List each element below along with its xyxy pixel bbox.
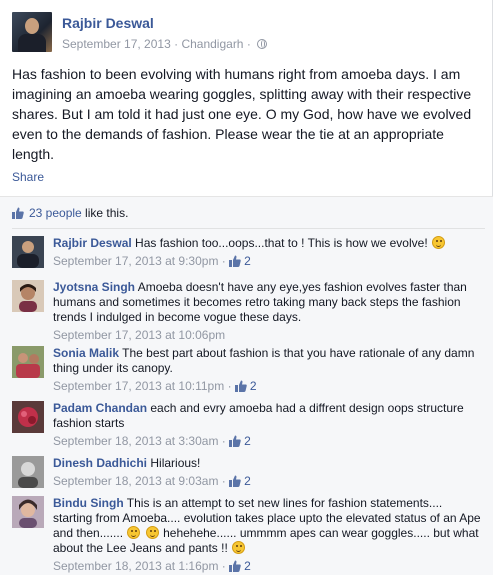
comment-meta: September 17, 2013 at 9:30pm · 2: [53, 254, 251, 268]
comment-like-count[interactable]: 2: [244, 254, 251, 268]
comment-meta: September 17, 2013 at 10:06pm: [53, 328, 483, 343]
post-card: Rajbir Deswal September 17, 2013 · Chand…: [0, 0, 493, 575]
post-text: Has fashion to been evolving with humans…: [12, 66, 472, 162]
comment-body: Sonia Malik The best part about fashion …: [53, 346, 483, 394]
thumbs-up-icon: [229, 435, 241, 447]
author-avatar[interactable]: [12, 12, 52, 52]
comment-like-count[interactable]: 2: [244, 474, 251, 488]
comment-author[interactable]: Bindu Singh: [53, 496, 124, 510]
comment-like-count[interactable]: 2: [250, 379, 257, 393]
avatar-image: [12, 456, 44, 488]
thumbs-up-icon: [229, 475, 241, 487]
comment-body: Jyotsna Singh Amoeba doesn't have any ey…: [53, 280, 483, 343]
avatar-image: [12, 401, 44, 433]
commenter-avatar[interactable]: [12, 496, 44, 528]
meta-separator-2: ·: [246, 37, 251, 51]
commenter-avatar[interactable]: [12, 236, 44, 268]
comment-time[interactable]: September 17, 2013 at 10:11pm: [53, 379, 224, 393]
comment-meta: September 18, 2013 at 9:03am · 2: [53, 474, 251, 488]
avatar-image: [12, 236, 44, 268]
comment-time[interactable]: September 18, 2013 at 9:03am: [53, 474, 218, 488]
commenter-avatar[interactable]: [12, 401, 44, 433]
comment-body: Rajbir Deswal Has fashion too...oops...t…: [53, 236, 483, 269]
comment-author[interactable]: Dinesh Dadhichi: [53, 456, 147, 470]
comment-body: Padam Chandan each and evry amoeba had a…: [53, 401, 483, 449]
comment-time[interactable]: September 17, 2013 at 10:06pm: [53, 328, 225, 342]
commenter-avatar[interactable]: [12, 456, 44, 488]
post-location[interactable]: Chandigarh: [181, 37, 243, 51]
comment-like-count[interactable]: 2: [244, 559, 251, 573]
thumbs-up-icon: [229, 560, 241, 572]
comment-time[interactable]: September 18, 2013 at 1:16pm: [53, 559, 218, 573]
likes-summary: 23 people like this.: [12, 206, 128, 220]
comment-meta: September 17, 2013 at 10:11pm · 2: [53, 379, 257, 393]
grin-emoji-icon: [432, 236, 445, 249]
comment-author[interactable]: Sonia Malik: [53, 346, 119, 360]
commenter-avatar[interactable]: [12, 280, 44, 312]
meta-separator: ·: [174, 37, 179, 51]
smile-emoji-icon: [145, 526, 159, 539]
author-name[interactable]: Rajbir Deswal: [62, 15, 154, 31]
comment-meta: September 18, 2013 at 1:16pm · 2: [53, 559, 251, 573]
comment-author[interactable]: Padam Chandan: [53, 401, 147, 415]
comment-author[interactable]: Jyotsna Singh: [53, 280, 135, 294]
comment-meta: September 18, 2013 at 3:30am · 2: [53, 434, 251, 448]
globe-icon[interactable]: [257, 39, 268, 49]
comment-body: Dinesh Dadhichi Hilarious! September 18,…: [53, 456, 483, 489]
avatar-image: [12, 346, 44, 378]
comment-like-count[interactable]: 2: [244, 434, 251, 448]
comment-text: Has fashion too...oops...that to ! This …: [135, 236, 428, 250]
smile-emoji-icon: [232, 541, 246, 554]
comment-author[interactable]: Rajbir Deswal: [53, 236, 132, 250]
thumbs-up-icon: [229, 255, 241, 267]
share-link[interactable]: Share: [12, 170, 44, 184]
thumbs-up-icon: [12, 207, 24, 219]
comment-body: Bindu Singh This is an attempt to set ne…: [53, 496, 483, 574]
likes-suffix: like this.: [81, 206, 129, 220]
likes-count-link[interactable]: 23 people: [29, 206, 82, 220]
post-meta: September 17, 2013 · Chandigarh ·: [62, 37, 268, 51]
comment-time[interactable]: September 17, 2013 at 9:30pm: [53, 254, 218, 268]
comment-text: Hilarious!: [150, 456, 201, 470]
avatar-image: [12, 280, 44, 312]
divider: [12, 228, 485, 229]
avatar-image: [12, 496, 44, 528]
commenter-avatar[interactable]: [12, 346, 44, 378]
grin-emoji-icon: [127, 526, 141, 539]
post-date[interactable]: September 17, 2013: [62, 37, 171, 51]
comment-time[interactable]: September 18, 2013 at 3:30am: [53, 434, 218, 448]
thumbs-up-icon: [234, 380, 247, 392]
